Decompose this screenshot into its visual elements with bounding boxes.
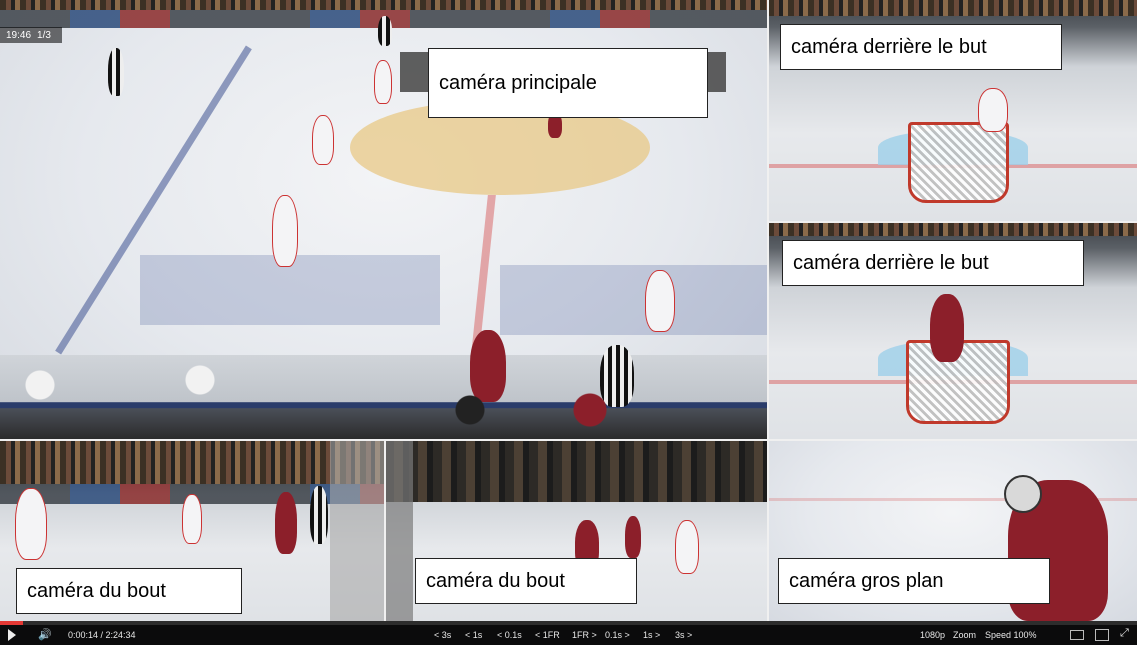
speed-button[interactable]: Speed 100% [985,630,1037,640]
player-icon [272,195,298,267]
seek-forward-1fr-button[interactable]: 1FR > [572,630,597,640]
ice-ad-right [500,265,768,335]
seek-back-3s-button[interactable]: < 3s [434,630,451,640]
behind-goal-camera-pane-1[interactable]: caméra derrière le but [768,0,1137,222]
quality-button[interactable]: 1080p [920,630,945,640]
goal-net [908,122,1009,203]
seek-back-0-1s-button[interactable]: < 0.1s [497,630,522,640]
overlay-page: 1/3 [37,29,51,41]
overlay-timecode: 19:46 1/3 [0,27,62,43]
player-icon [374,60,392,104]
single-view-icon[interactable] [1070,630,1084,640]
crowd [0,0,768,10]
pane-divider [767,0,769,621]
crowd [0,440,385,484]
seek-back-1fr-button[interactable]: < 1FR [535,630,560,640]
rink-glass [385,440,413,621]
player-icon [182,494,202,544]
behind-goal-camera-pane-2[interactable]: caméra derrière le but [768,222,1137,440]
bench-players [0,355,768,440]
helmet-icon [1004,475,1042,513]
pane-divider [384,440,386,621]
crowd [768,0,1137,16]
referee-icon [310,486,328,544]
player-icon [675,520,699,574]
player-icon [930,294,964,362]
end-camera-pane-2[interactable]: caméra du bout [385,440,768,621]
label-behind-goal-2: caméra derrière le but [782,240,1084,286]
pane-divider [0,439,1137,441]
volume-icon[interactable]: 🔊 [38,628,52,641]
zoom-button[interactable]: Zoom [953,630,976,640]
crowd [385,440,768,502]
main-camera-pane[interactable]: 19:46 1/3 caméra principale [0,0,768,440]
player-icon [625,516,641,558]
seek-back-1s-button[interactable]: < 1s [465,630,482,640]
video-control-bar: 🔊 0:00:14 / 2:24:34 < 3s < 1s < 0.1s < 1… [0,625,1137,645]
label-end-camera-1: caméra du bout [16,568,242,614]
play-icon[interactable] [8,629,16,641]
goalie-icon [978,88,1008,132]
player-icon [15,488,47,560]
seek-forward-1s-button[interactable]: 1s > [643,630,660,640]
overlay-time: 19:46 [6,29,32,41]
crowd [768,222,1137,236]
seek-forward-3s-button[interactable]: 3s > [675,630,692,640]
player-icon [275,492,297,554]
seek-forward-0-1s-button[interactable]: 0.1s > [605,630,630,640]
rink-glass [330,440,385,621]
label-end-camera-2: caméra du bout [415,558,637,604]
end-camera-pane-1[interactable]: caméra du bout [0,440,385,621]
referee-icon [108,48,124,96]
closeup-camera-pane[interactable]: caméra gros plan [768,440,1137,621]
label-main-camera: caméra principale [428,48,708,118]
referee-icon [378,16,392,46]
player-icon [645,270,675,332]
player-icon [312,115,334,165]
pane-divider [768,221,1137,223]
multi-view-icon[interactable] [1095,629,1109,641]
label-closeup-camera: caméra gros plan [778,558,1050,604]
label-behind-goal-1: caméra derrière le but [780,24,1062,70]
time-display: 0:00:14 / 2:24:34 [68,630,136,640]
fullscreen-icon[interactable]: ⤢ [1120,627,1129,640]
